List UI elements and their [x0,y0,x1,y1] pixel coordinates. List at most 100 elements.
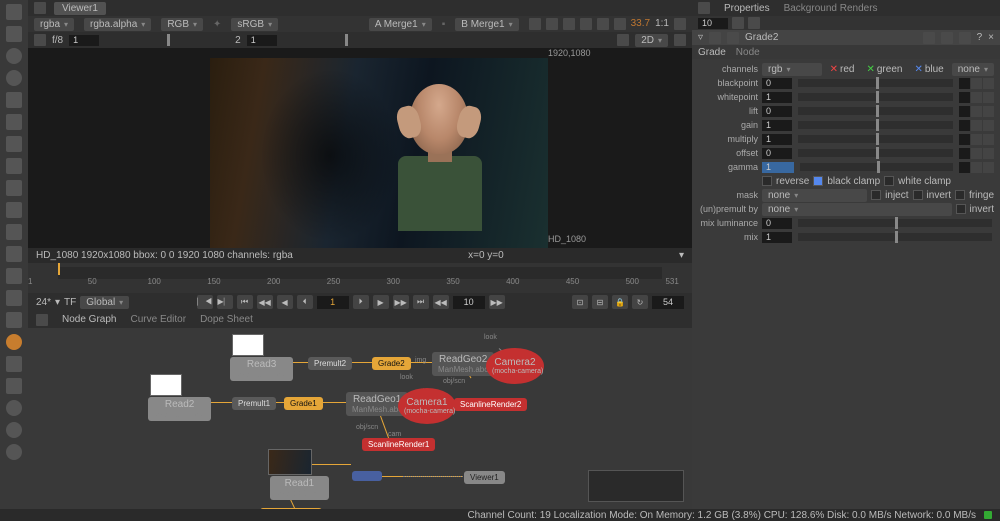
node-camera2[interactable]: Camera2(mocha-camera) [486,348,544,384]
invert-checkbox[interactable] [913,190,923,200]
fstop-slider[interactable] [107,36,227,44]
loop-icon[interactable]: ⊡ [572,295,588,309]
tool-icon[interactable] [6,26,22,42]
find-icon[interactable] [923,32,935,44]
tab-bg-renders[interactable]: Background Renders [784,3,878,14]
first-frame-button[interactable]: ⏮ [237,295,253,309]
mask-dropdown[interactable]: none [762,189,867,202]
out-frame-input[interactable] [652,296,684,309]
blackpoint-slider[interactable] [798,79,953,87]
gamma-slider[interactable] [800,163,953,171]
offset-slider[interactable] [798,149,953,157]
collapse-icon[interactable]: ▿ [698,32,703,43]
inject-checkbox[interactable] [871,190,881,200]
green-channel-toggle[interactable]: ✕green [862,64,906,75]
prev-frame-button[interactable]: ◀◀ [257,295,273,309]
viewer-option-icon[interactable] [546,18,558,30]
reverse-checkbox[interactable] [762,176,772,186]
global-dropdown[interactable]: Global [80,296,129,309]
node-readgeo2[interactable]: ReadGeo2ManMesh.abc [432,352,494,376]
lock-icon[interactable] [732,17,744,29]
chevron-down-icon[interactable]: ▾ [679,250,684,261]
center-icon[interactable] [941,32,953,44]
tool-icon[interactable] [6,136,22,152]
tool-icon[interactable] [6,378,22,394]
mixlum-input[interactable] [762,218,792,229]
gamma-slider[interactable] [285,36,405,44]
lift-input[interactable] [762,106,792,117]
node-read1[interactable]: Read1Man.000.png [270,476,329,500]
node-header[interactable]: ▿ Grade2 ? × [692,30,1000,45]
step-input[interactable] [453,296,485,309]
playhead[interactable] [58,263,60,275]
layout-icon[interactable] [36,314,48,326]
wipe-icon[interactable] [34,34,46,46]
multiply-input[interactable] [762,134,792,145]
revert-icon[interactable] [959,32,971,44]
tool-icon[interactable] [6,224,22,240]
input-b-dropdown[interactable]: B Merge1 [455,18,518,31]
graph-navigator[interactable] [588,470,684,502]
tool-icon[interactable] [6,114,22,130]
colorspace-dropdown[interactable]: RGB [161,18,203,31]
pointer-icon[interactable] [6,4,22,20]
fstop-input[interactable] [69,35,99,46]
viewer-option-icon[interactable] [580,18,592,30]
tool-icon[interactable] [6,48,22,64]
kf-next-icon[interactable]: ▶⎸ [217,295,233,309]
tab-dope-sheet[interactable]: Dope Sheet [200,314,253,325]
node-read3[interactable]: Read3ManPulse.png [230,357,293,381]
invert2-checkbox[interactable] [956,204,966,214]
step-back-button[interactable]: ⏴ [297,295,313,309]
alpha-dropdown[interactable]: rgba.alpha [84,18,151,31]
channels-dropdown[interactable]: rgb [762,63,822,76]
whitepoint-slider[interactable] [798,93,953,101]
gamma-input[interactable] [247,35,277,46]
node-camera1[interactable]: Camera1(mocha-camera) [398,388,456,424]
2d-dropdown[interactable]: 2D [635,34,668,47]
lock-icon[interactable]: 🔒 [612,295,628,309]
timeline[interactable]: 1 50 100 150 200 250 300 350 400 450 500… [28,263,692,293]
tool-icon[interactable] [6,246,22,262]
node-graph[interactable]: Read3ManPulse.png Premult2 Grade2 ReadGe… [28,328,692,510]
play-button[interactable]: ▶ [373,295,389,309]
node-viewer1[interactable]: Viewer1 [464,471,505,484]
tool-icon[interactable] [6,312,22,328]
tool-icon[interactable] [6,356,22,372]
mocha-icon[interactable] [6,334,22,350]
blackclamp-checkbox[interactable] [813,176,823,186]
step-fwd-button[interactable]: ⏵ [353,295,369,309]
node-scanline2[interactable]: ScanlineRender2 [454,398,527,411]
whitepoint-input[interactable] [762,92,792,103]
split-icon[interactable] [971,78,982,89]
tab-node-graph[interactable]: Node Graph [62,314,116,325]
refresh-icon[interactable] [597,18,609,30]
clear-icon[interactable] [748,17,760,29]
viewer-icon[interactable] [617,34,629,46]
mix-input[interactable] [762,232,792,243]
alpha-channel-dropdown[interactable]: none [952,63,994,76]
node-grade1[interactable]: Grade1 [284,397,323,410]
tool-icon[interactable] [6,180,22,196]
layout-icon[interactable] [698,2,710,14]
viewer-canvas[interactable]: 1920,1080 HD_1080 [28,48,692,248]
node-scanline1[interactable]: ScanlineRender1 [362,438,435,451]
tab-curve-editor[interactable]: Curve Editor [130,314,186,325]
last-frame-button[interactable]: ⏭ [413,295,429,309]
mix-slider[interactable] [798,233,992,241]
color-swatch[interactable] [959,78,970,89]
tool-icon[interactable] [6,92,22,108]
node-premult2[interactable]: Premult2 [308,357,352,370]
tool-icon[interactable] [6,444,22,460]
anim-icon[interactable] [983,78,994,89]
node-read2[interactable]: Read2ManPulse.png [148,397,211,421]
input-a-dropdown[interactable]: A Merge1 [369,18,432,31]
gain-slider[interactable] [798,121,953,129]
viewer-icon[interactable] [674,34,686,46]
tf-label[interactable]: TF [64,297,76,308]
blackpoint-input[interactable] [762,78,792,89]
viewer-option-icon[interactable] [563,18,575,30]
help-icon[interactable]: ? [977,32,983,43]
tool-icon[interactable] [6,400,22,416]
node-premult1[interactable]: Premult1 [232,397,276,410]
